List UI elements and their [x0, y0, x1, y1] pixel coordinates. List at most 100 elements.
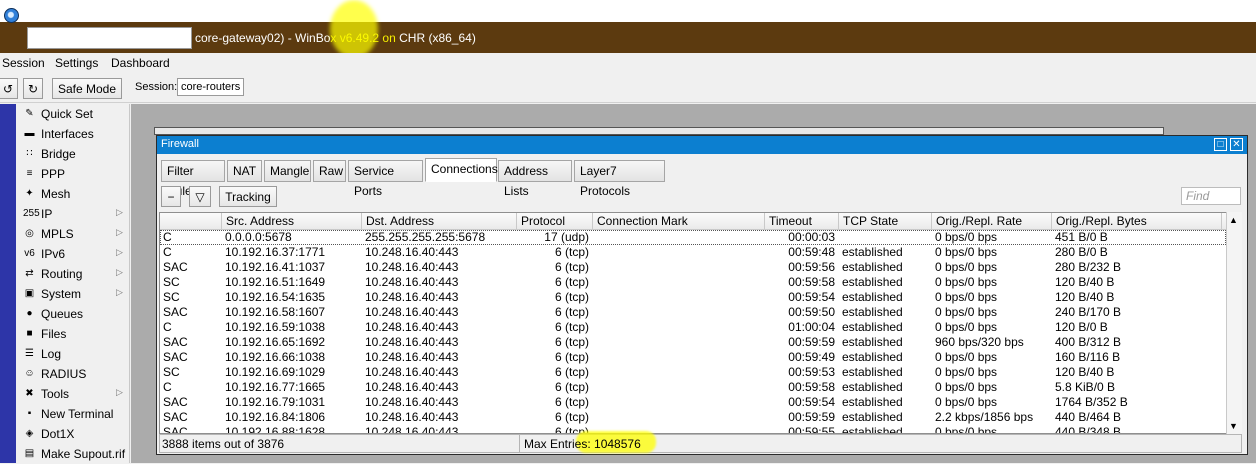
table-cell: established — [842, 260, 903, 274]
tab-raw[interactable]: Raw — [313, 160, 346, 182]
table-cell — [596, 230, 764, 245]
sidebar-item-interfaces[interactable]: ▬ Interfaces — [16, 124, 130, 144]
tracking-button[interactable]: Tracking — [219, 186, 277, 207]
column-header-orig-repl-rate[interactable]: Orig./Repl. Rate — [932, 213, 1052, 230]
ip-icon: 255 — [23, 208, 40, 219]
sidebar-item-make-supout-rif[interactable]: ▤ Make Supout.rif — [16, 444, 130, 464]
menu-session[interactable]: Session — [2, 56, 45, 70]
scroll-up-icon[interactable]: ▲ — [1229, 215, 1238, 225]
files-icon: ■ — [26, 328, 33, 339]
table-cell: established — [842, 320, 903, 334]
scroll-down-icon[interactable]: ▼ — [1229, 421, 1238, 431]
menu-dashboard[interactable]: Dashboard — [111, 56, 170, 70]
table-row[interactable]: C 10.192.16.37:1771 10.248.16.40:443 6 (tcp… — [160, 245, 1226, 260]
table-row[interactable]: C 10.192.16.77:1665 10.248.16.40:443 6 (tcp… — [160, 380, 1226, 395]
table-row[interactable]: SC 10.192.16.54:1635 10.248.16.40:443 6 (tc… — [160, 290, 1226, 305]
table-row[interactable]: SAC 10.192.16.65:1692 10.248.16.40:443 6 (t… — [160, 335, 1226, 350]
sidebar-item-files[interactable]: ■ Files — [16, 324, 130, 344]
sidebar-item-tools[interactable]: ✖ Tools ▷ — [16, 384, 130, 404]
undo-button[interactable]: ↺ — [0, 78, 18, 99]
tab-connections[interactable]: Connections — [425, 158, 498, 182]
column-header-orig-repl-bytes[interactable]: Orig./Repl. Bytes — [1052, 213, 1222, 230]
tab-nat[interactable]: NAT — [227, 160, 262, 182]
sidebar-item-ppp[interactable]: ≡ PPP — [16, 164, 130, 184]
table-cell: 10.192.16.51:1649 — [225, 275, 326, 289]
table-cell: 00:59:48 — [788, 245, 835, 259]
sidebar-item-label: System — [41, 287, 82, 301]
column-header-timeout[interactable]: Timeout — [765, 213, 839, 230]
table-cell: 00:59:54 — [788, 395, 835, 409]
column-header-tcp-state[interactable]: TCP State — [839, 213, 932, 230]
sidebar-item-ipv6[interactable]: v6 IPv6 ▷ — [16, 244, 130, 264]
table-cell: established — [842, 290, 903, 304]
sidebar-item-label: Files — [41, 327, 67, 341]
remove-button[interactable]: − — [161, 186, 181, 207]
table-cell: 0 bps/0 bps — [935, 230, 998, 244]
table-row[interactable]: SAC 10.192.16.66:1038 10.248.16.40:443 6 (t… — [160, 350, 1226, 365]
sidebar-item-log[interactable]: ☰ Log — [16, 344, 130, 364]
sidebar-item-queues[interactable]: ● Queues — [16, 304, 130, 324]
submenu-arrow-icon: ▷ — [116, 387, 123, 397]
tab-mangle[interactable]: Mangle — [264, 160, 311, 182]
column-header-src-address[interactable]: Src. Address — [222, 213, 362, 230]
table-row[interactable]: C 0.0.0.0:5678 255.255.255.255:5678 17 (udp… — [160, 230, 1226, 245]
safe-mode-button[interactable]: Safe Mode — [52, 78, 122, 99]
table-cell: 120 B/0 B — [1055, 320, 1108, 334]
column-header-flags[interactable] — [160, 213, 222, 230]
find-input[interactable]: Find — [1181, 187, 1241, 205]
filter-button[interactable]: ▽ — [189, 186, 211, 207]
table-row[interactable]: SC 10.192.16.69:1029 10.248.16.40:443 6 (tc… — [160, 365, 1226, 380]
sidebar-item-new-terminal[interactable]: ▪ New Terminal — [16, 404, 130, 424]
table-row[interactable]: SC 10.192.16.51:1649 10.248.16.40:443 6 (tc… — [160, 275, 1226, 290]
table-cell: 10.192.16.66:1038 — [225, 350, 326, 364]
sidebar-item-ip[interactable]: 255 IP ▷ — [16, 204, 130, 224]
sidebar-item-quick-set[interactable]: ✎ Quick Set — [16, 104, 130, 124]
session-input[interactable]: core-routers — [177, 78, 245, 96]
filter-icon: ▽ — [195, 189, 205, 204]
winbox-logo-icon[interactable] — [4, 8, 19, 23]
table-cell — [596, 380, 764, 395]
tab-address-lists[interactable]: Address Lists — [498, 160, 572, 198]
sidebar-item-routing[interactable]: ⇄ Routing ▷ — [16, 264, 130, 284]
vertical-scrollbar[interactable]: ▲ ▼ — [1226, 212, 1242, 434]
table-row[interactable]: SAC 10.192.16.88:1628 10.248.16.40:443 6 (t… — [160, 425, 1226, 434]
table-cell: 10.248.16.40:443 — [365, 260, 459, 274]
tab-layer7-protocols[interactable]: Layer7 Protocols — [574, 160, 665, 198]
tab-filter-rules[interactable]: Filter Rules — [161, 160, 225, 198]
table-cell: 00:59:58 — [788, 275, 835, 289]
sidebar-item-bridge[interactable]: ∷ Bridge — [16, 144, 130, 164]
column-header-dst-address[interactable]: Dst. Address — [362, 213, 517, 230]
connections-table: Src. Address Dst. Address Protocol Connecti… — [159, 212, 1242, 434]
table-row[interactable]: SAC 10.192.16.41:1037 10.248.16.40:443 6 (t… — [160, 260, 1226, 275]
table-cell: 6 (tcp) — [554, 395, 589, 409]
column-header-connection-mark[interactable]: Connection Mark — [593, 213, 765, 230]
menu-settings[interactable]: Settings — [55, 56, 98, 70]
close-icon[interactable]: ✕ — [1230, 138, 1243, 151]
restore-icon[interactable]: □ — [1214, 138, 1227, 151]
sidebar-item-radius[interactable]: ☺ RADIUS — [16, 364, 130, 384]
tab-service-ports[interactable]: Service Ports — [348, 160, 423, 198]
table-cell: 440 B/464 B — [1055, 410, 1122, 424]
table-row[interactable]: C 10.192.16.59:1038 10.248.16.40:443 6 (tcp… — [160, 320, 1226, 335]
table-cell: 10.192.16.37:1771 — [225, 245, 326, 259]
redo-button[interactable]: ↻ — [23, 78, 43, 99]
table-cell: 6 (tcp) — [554, 275, 589, 289]
table-cell: 10.248.16.40:443 — [365, 425, 459, 434]
table-row[interactable]: SAC 10.192.16.79:1031 10.248.16.40:443 6 (t… — [160, 395, 1226, 410]
table-cell: 00:59:54 — [788, 290, 835, 304]
table-cell: 6 (tcp) — [554, 335, 589, 349]
firewall-title-bar[interactable]: Firewall □ ✕ — [157, 136, 1247, 154]
sidebar-item-dot1x[interactable]: ◈ Dot1X — [16, 424, 130, 444]
queues-icon: ● — [26, 308, 33, 319]
table-cell: 6 (tcp) — [554, 410, 589, 424]
table-cell: 10.248.16.40:443 — [365, 245, 459, 259]
sidebar-item-label: MPLS — [41, 227, 74, 241]
top-strip — [0, 0, 1256, 22]
sidebar-item-mesh[interactable]: ✦ Mesh — [16, 184, 130, 204]
sidebar-item-mpls[interactable]: ◎ MPLS ▷ — [16, 224, 130, 244]
table-row[interactable]: SAC 10.192.16.58:1607 10.248.16.40:443 6 (t… — [160, 305, 1226, 320]
column-header-protocol[interactable]: Protocol — [517, 213, 593, 230]
table-row[interactable]: SAC 10.192.16.84:1806 10.248.16.40:443 6 (t… — [160, 410, 1226, 425]
sidebar-item-system[interactable]: ▣ System ▷ — [16, 284, 130, 304]
table-cell: 10.248.16.40:443 — [365, 335, 459, 349]
